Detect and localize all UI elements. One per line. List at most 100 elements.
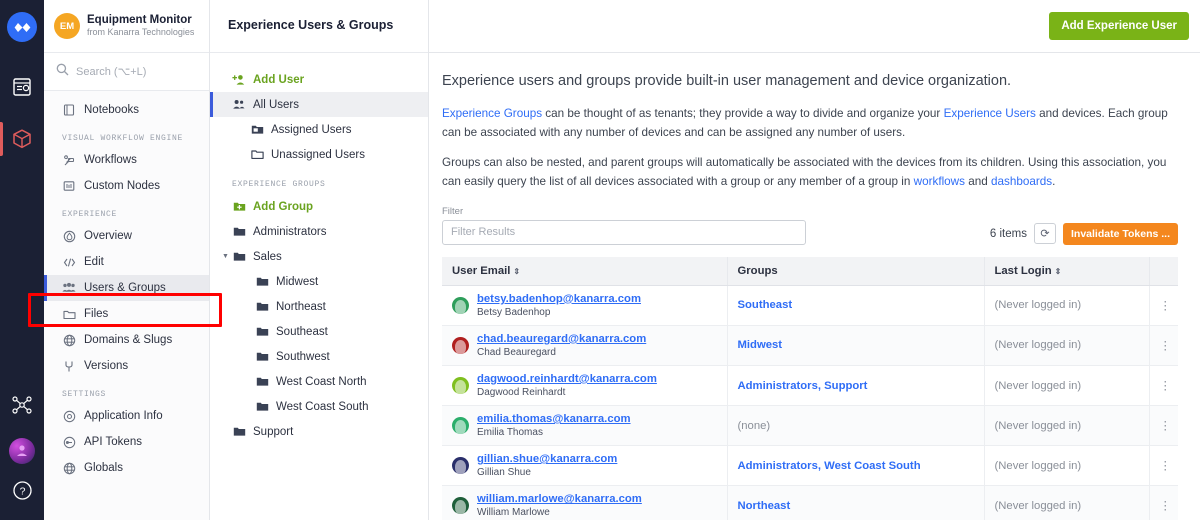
tree-group-administrators[interactable]: Administrators (210, 219, 428, 244)
sort-icon[interactable]: ⇕ (1055, 267, 1062, 276)
branch-icon (62, 360, 76, 373)
sidebar-item-domains-and-slugs[interactable]: Domains & Slugs (44, 327, 209, 353)
workflow-icon (62, 154, 76, 167)
tree-group-midwest[interactable]: Midwest (210, 269, 428, 294)
cell-last-login: (Never logged in) (984, 445, 1150, 487)
table-toolbar: 6 items ⟳ Invalidate Tokens ... (990, 222, 1178, 245)
sidebar-item-api-tokens[interactable]: API Tokens (44, 429, 209, 455)
group-link[interactable]: West Coast South (824, 460, 920, 472)
table-row[interactable]: emilia.thomas@kanarra.com Emilia Thomas (… (442, 405, 1178, 447)
user-fullname: Emilia Thomas (477, 427, 543, 439)
sidebar-item-edit[interactable]: Edit (44, 249, 209, 275)
user-email-link[interactable]: dagwood.reinhardt@kanarra.com (477, 373, 657, 385)
search-icon (56, 63, 69, 81)
folder-filled-icon (255, 376, 269, 387)
row-actions-menu[interactable]: ⋮ (1149, 485, 1178, 520)
group-link[interactable]: Administrators (738, 380, 818, 392)
folder-filled-icon (232, 226, 246, 237)
p2-text-a: Groups can also be nested, and parent gr… (442, 155, 1167, 188)
user-fullname: Gillian Shue (477, 467, 531, 479)
app-header[interactable]: EM Equipment Monitor from Kanarra Techno… (44, 0, 209, 53)
sidebar-item-label: Files (84, 308, 109, 320)
user-email-link[interactable]: betsy.badenhop@kanarra.com (477, 293, 641, 305)
row-actions-menu[interactable]: ⋮ (1149, 325, 1178, 367)
sidebar-item-versions[interactable]: Versions (44, 353, 209, 379)
col-label: Groups (737, 264, 778, 277)
row-actions-menu[interactable]: ⋮ (1149, 445, 1178, 487)
sidebar-item-workflows[interactable]: Workflows (44, 147, 209, 173)
chevron-down-icon[interactable]: ▼ (222, 253, 229, 260)
tree-item-unassigned-users[interactable]: Unassigned Users (210, 142, 428, 167)
infinity-logo-icon[interactable] (7, 12, 37, 42)
user-email-link[interactable]: william.marlowe@kanarra.com (477, 493, 642, 505)
custom-node-icon (62, 180, 76, 192)
refresh-icon[interactable]: ⟳ (1033, 223, 1056, 245)
column-header-last-login[interactable]: Last Login ⇕ (984, 256, 1150, 286)
add-experience-user-button[interactable]: Add Experience User (1049, 12, 1189, 40)
sidebar-item-notebooks[interactable]: Notebooks (44, 97, 209, 123)
tree-group-label: Midwest (276, 275, 319, 288)
group-link[interactable]: Southeast (738, 299, 793, 311)
notebook-icon[interactable] (0, 64, 44, 110)
tree-group-sales[interactable]: ▼ Sales (210, 244, 428, 269)
row-actions-menu[interactable]: ⋮ (1149, 365, 1178, 407)
dashboards-link[interactable]: dashboards (991, 175, 1052, 188)
description-paragraph-1: Experience Groups can be thought of as t… (442, 105, 1178, 143)
user-email-link[interactable]: gillian.shue@kanarra.com (477, 453, 617, 465)
tree-group-west-coast-south[interactable]: West Coast South (210, 394, 428, 419)
group-link[interactable]: Administrators (738, 460, 818, 472)
experience-users-link[interactable]: Experience Users (944, 107, 1036, 120)
add-group-icon (232, 201, 246, 212)
tree-item-all-users[interactable]: All Users (210, 92, 428, 117)
sidebar-item-application-info[interactable]: Application Info (44, 403, 209, 429)
folder-filled-icon (232, 426, 246, 437)
table-row[interactable]: gillian.shue@kanarra.com Gillian Shue Adm… (442, 445, 1178, 487)
sidebar-item-users-and-groups[interactable]: Users & Groups (44, 275, 209, 301)
sidebar-item-files[interactable]: Files (44, 301, 209, 327)
filter-input[interactable] (442, 219, 806, 245)
invalidate-tokens-button[interactable]: Invalidate Tokens ... (1062, 222, 1178, 245)
add-group-button[interactable]: Add Group (210, 194, 428, 219)
sort-icon[interactable]: ⇕ (513, 267, 520, 276)
group-link[interactable]: Support (824, 380, 867, 392)
tree-group-southeast[interactable]: Southeast (210, 319, 428, 344)
table-row[interactable]: dagwood.reinhardt@kanarra.com Dagwood Rei… (442, 365, 1178, 407)
experience-groups-link[interactable]: Experience Groups (442, 107, 542, 120)
column-header-user-email[interactable]: User Email ⇕ (442, 256, 728, 286)
row-actions-menu[interactable]: ⋮ (1149, 405, 1178, 447)
tree-group-support[interactable]: Support (210, 419, 428, 444)
table-row[interactable]: chad.beauregard@kanarra.com Chad Beaurega… (442, 325, 1178, 367)
column-header-groups[interactable]: Groups (727, 256, 985, 286)
sidebar-item-custom-nodes[interactable]: Custom Nodes (44, 173, 209, 199)
cell-groups: (none) (727, 405, 985, 447)
sidebar-item-overview[interactable]: Overview (44, 223, 209, 249)
sidebar-item-globals[interactable]: Globals (44, 455, 209, 481)
tree-group-northeast[interactable]: Northeast (210, 294, 428, 319)
group-link[interactable]: Northeast (738, 500, 791, 512)
sidebar-section-experience: EXPERIENCE (62, 210, 118, 219)
avatar[interactable] (9, 438, 35, 464)
filter-label: Filter (442, 205, 464, 217)
main-content: Add Experience User Experience users and… (429, 0, 1200, 520)
app-subtitle: from Kanarra Technologies (87, 27, 195, 38)
user-email-link[interactable]: chad.beauregard@kanarra.com (477, 333, 646, 345)
table-row[interactable]: betsy.badenhop@kanarra.com Betsy Badenhop… (442, 285, 1178, 326)
group-link[interactable]: Midwest (738, 339, 783, 351)
package-icon[interactable] (0, 116, 44, 162)
col-label: Last Login (994, 264, 1052, 277)
table-row[interactable]: william.marlowe@kanarra.com William Marlo… (442, 485, 1178, 520)
search-bar[interactable]: Search (⌥+L) (44, 53, 209, 91)
tree-group-southwest[interactable]: Southwest (210, 344, 428, 369)
tree-group-west-coast-north[interactable]: West Coast North (210, 369, 428, 394)
row-actions-menu[interactable]: ⋮ (1149, 285, 1178, 326)
table-body: betsy.badenhop@kanarra.com Betsy Badenhop… (442, 285, 1178, 520)
add-user-icon (232, 74, 246, 86)
add-user-button[interactable]: Add User (210, 67, 428, 92)
help-icon[interactable]: ? (12, 480, 33, 506)
cell-user: dagwood.reinhardt@kanarra.com Dagwood Rei… (442, 365, 728, 407)
workflows-link[interactable]: workflows (914, 175, 965, 188)
search-input[interactable]: Search (⌥+L) (76, 65, 146, 78)
workflow-nodes-icon[interactable] (0, 382, 44, 428)
tree-item-assigned-users[interactable]: Assigned Users (210, 117, 428, 142)
user-email-link[interactable]: emilia.thomas@kanarra.com (477, 413, 631, 425)
